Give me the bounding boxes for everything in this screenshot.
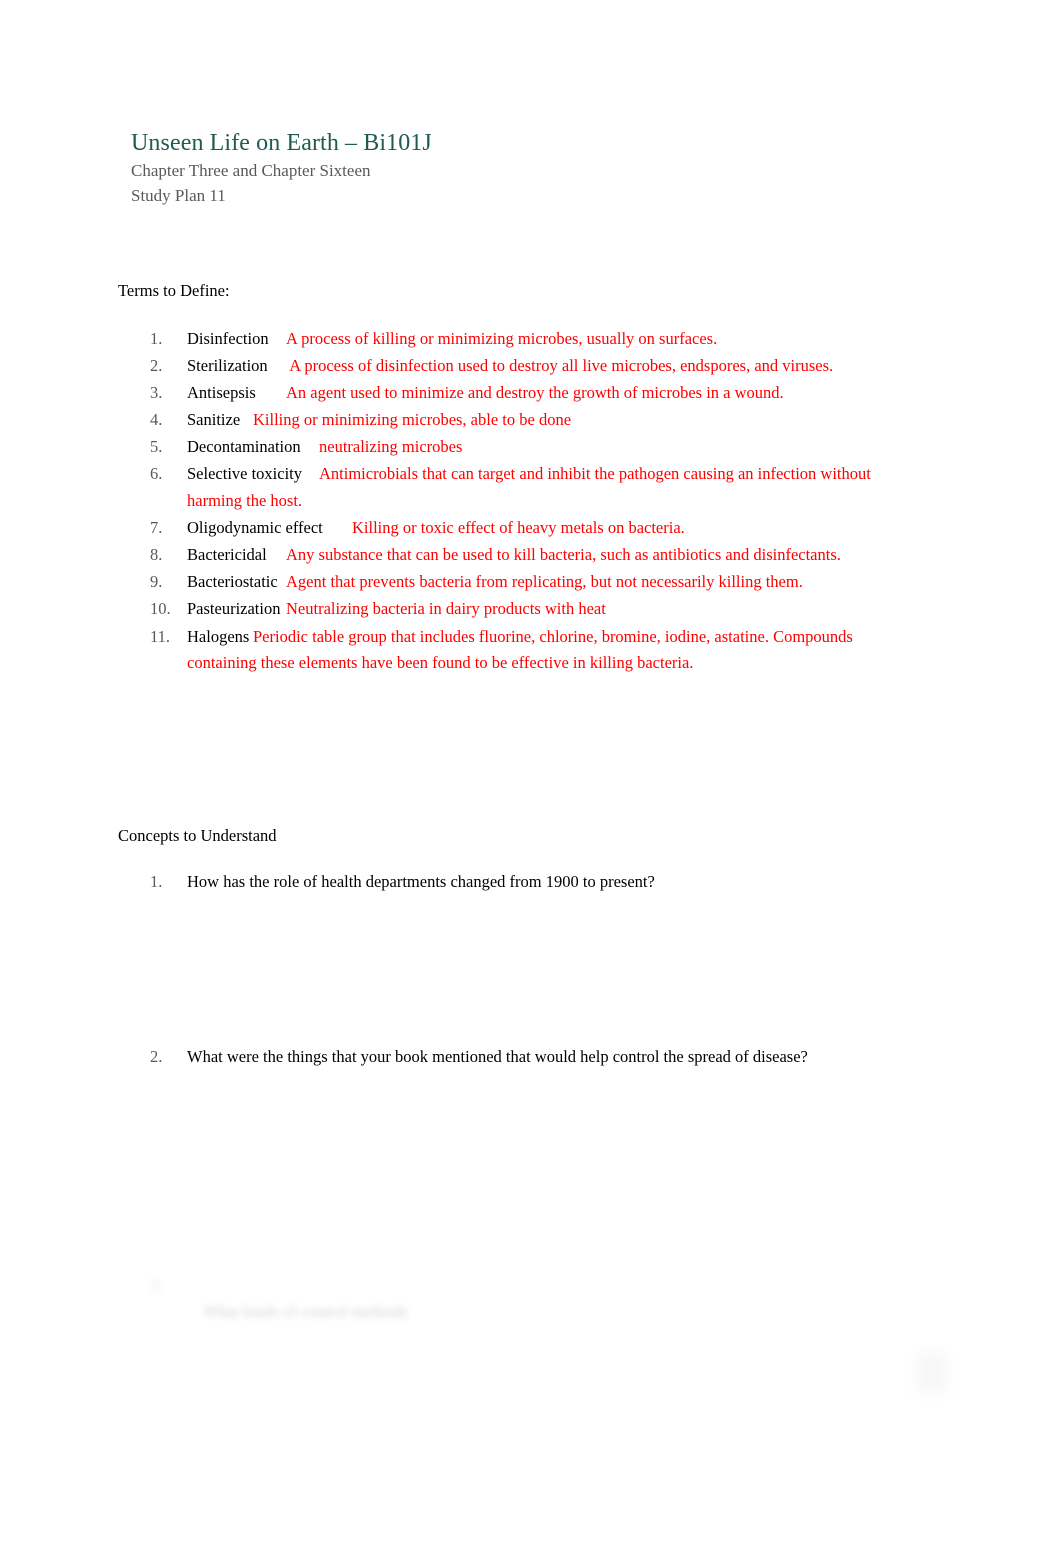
list-marker: 5. <box>150 437 163 457</box>
term-definition: Neutralizing bacteria in dairy products … <box>286 599 606 619</box>
list-item: 4. Sanitize Killing or minimizing microb… <box>118 407 878 434</box>
list-marker: 1. <box>150 329 163 348</box>
term-definition: neutralizing microbes <box>319 437 463 457</box>
term-definition: Killing or toxic effect of heavy metals … <box>352 518 685 538</box>
list-marker: 3. <box>150 383 163 403</box>
obscured-question-text: What kinds of control methods <box>203 1301 408 1321</box>
term-definition: Agent that prevents bacteria from replic… <box>286 572 803 592</box>
answer-space <box>187 1071 878 1223</box>
list-marker: 11. <box>150 626 171 646</box>
list-marker: 2. <box>150 356 163 376</box>
term-label: Decontamination <box>187 437 319 457</box>
term-definition: Periodic table group that includes fluor… <box>187 626 853 673</box>
list-item: 8. Bactericidal Any substance that can b… <box>118 542 878 569</box>
document-page: Unseen Life on Earth – Bi101J Chapter Th… <box>0 0 1062 1561</box>
list-item: 9. Bacteriostatic Agent that prevents ba… <box>118 569 878 596</box>
term-label: Antisepsis <box>187 383 286 403</box>
term-definition: An agent used to minimize and destroy th… <box>286 383 784 403</box>
term-definition: A process of disinfection used to destro… <box>286 356 834 376</box>
list-marker: 1. <box>150 872 163 891</box>
list-marker: 6. <box>150 464 163 484</box>
list-marker: 3. <box>150 1275 163 1294</box>
concept-question: What were the things that your book ment… <box>187 1047 808 1067</box>
terms-section-heading: Terms to Define: <box>118 281 230 300</box>
list-marker: 4. <box>150 410 163 430</box>
list-item: 2. Sterilization A process of disinfecti… <box>118 353 878 380</box>
document-header: Unseen Life on Earth – Bi101J Chapter Th… <box>131 128 891 208</box>
list-item: 1. Disinfection A process of killing or … <box>118 326 878 353</box>
term-definition: Killing or minimizing microbes, able to … <box>253 410 572 430</box>
term-label: Disinfection <box>187 329 286 348</box>
document-subtitle-chapters: Chapter Three and Chapter Sixteen <box>131 161 371 180</box>
term-label: Selective toxicity <box>187 464 319 484</box>
term-label: Bactericidal <box>187 545 286 565</box>
terms-list: 1. Disinfection A process of killing or … <box>118 326 878 677</box>
list-item: 11. Halogens Periodic table group that i… <box>118 624 878 677</box>
list-item: 5. Decontamination neutralizing microbes <box>118 434 878 461</box>
list-item: 3. Antisepsis An agent used to minimize … <box>118 380 878 407</box>
term-label: Halogens <box>187 626 253 646</box>
term-label: Bacteriostatic <box>187 572 286 592</box>
concepts-section-heading: Concepts to Understand <box>118 826 277 845</box>
term-definition: Any substance that can be used to kill b… <box>286 545 841 565</box>
list-marker: 10. <box>150 599 171 619</box>
term-label: Pasteurization <box>187 599 286 619</box>
page-title: Unseen Life on Earth – Bi101J <box>131 130 432 156</box>
list-item: 2. What were the things that your book m… <box>118 1044 878 1223</box>
obscured-question: 3. What kinds of control methods <box>118 1272 878 1352</box>
list-item: 1. How has the role of health department… <box>118 869 878 1044</box>
concepts-list: 1. How has the role of health department… <box>118 869 878 1223</box>
page-smudge-artifact <box>916 1352 948 1394</box>
list-item: 7. Oligodynamic effect Killing or toxic … <box>118 515 878 542</box>
list-marker: 2. <box>150 1047 163 1067</box>
answer-space <box>187 896 878 1044</box>
concept-question: How has the role of health departments c… <box>187 872 655 891</box>
term-definition: A process of killing or minimizing micro… <box>286 329 718 348</box>
list-marker: 9. <box>150 572 163 592</box>
term-label: Oligodynamic effect <box>187 518 352 538</box>
term-label: Sanitize <box>187 410 253 430</box>
list-item: 6. Selective toxicity Antimicrobials tha… <box>118 461 878 514</box>
document-subtitle-study-plan: Study Plan 11 <box>131 186 226 205</box>
list-marker: 7. <box>150 518 163 538</box>
list-item: 10. Pasteurization Neutralizing bacteria… <box>118 596 878 623</box>
list-marker: 8. <box>150 545 163 565</box>
term-label: Sterilization <box>187 356 286 376</box>
